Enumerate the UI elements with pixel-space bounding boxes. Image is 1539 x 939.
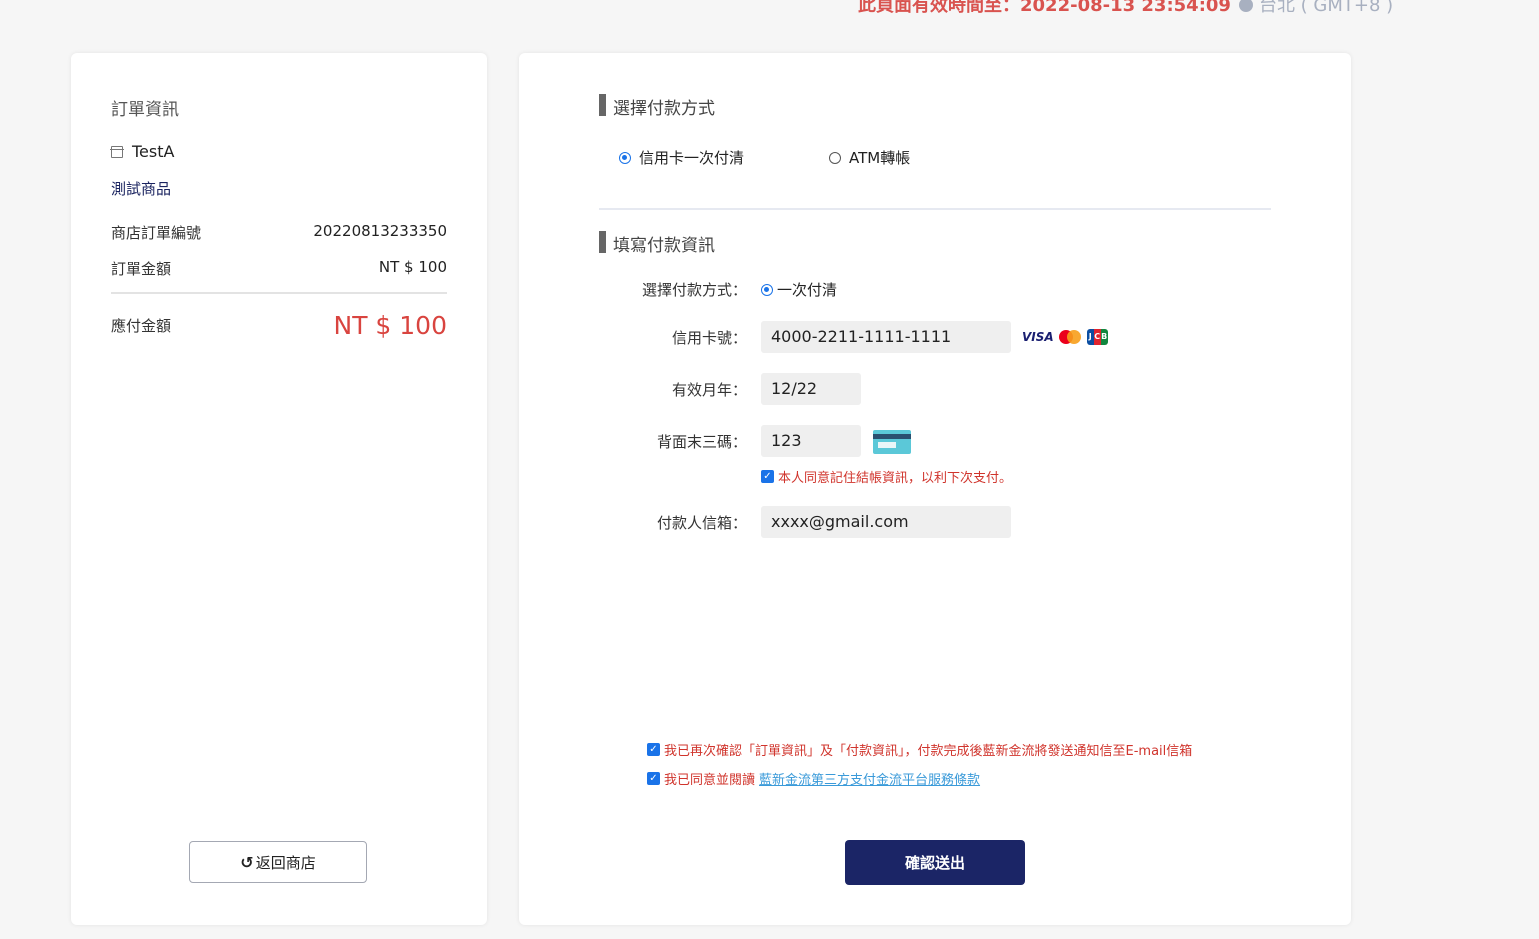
option-credit-card-label: 信用卡一次付清: [639, 149, 745, 167]
option-atm-label: ATM轉帳: [849, 149, 911, 167]
terms-checkbox-row[interactable]: ✓ 我已同意並閱讀 藍新金流第三方支付金流平台服務條款: [647, 769, 980, 788]
order-amount-row: 訂單金額 NT $ 100: [111, 258, 447, 279]
order-number-label: 商店訂單編號: [111, 224, 202, 242]
payable-row: 應付金額 NT $ 100: [111, 311, 447, 340]
expiry-input[interactable]: 12/22: [761, 373, 861, 405]
card-brands: VISA JCB: [1022, 329, 1108, 345]
timezone-text: 台北 ( GMT+8 ): [1258, 0, 1394, 16]
section-payment-info-title: 填寫付款資訊: [599, 231, 715, 256]
agree-text: 我已同意並閱讀: [664, 773, 756, 788]
submit-button[interactable]: 確認送出: [845, 840, 1025, 885]
confirm-checkbox-row[interactable]: ✓ 我已再次確認「訂單資訊」及「付款資訊」，付款完成後藍新金流將發送通知信至E-…: [647, 740, 1192, 759]
jcb-icon: JCB: [1086, 329, 1108, 345]
visa-icon: VISA: [1022, 330, 1054, 344]
card-back-icon: [873, 430, 911, 454]
order-info-card: 訂單資訊 TestA 測試商品 商店訂單編號 20220813233350 訂單…: [71, 53, 487, 925]
divider: [111, 292, 447, 294]
expiry-label: 有效月年：: [671, 381, 747, 399]
radio-selected-icon: [619, 151, 631, 164]
store-icon: [110, 145, 124, 158]
section-payment-method-title: 選擇付款方式: [599, 94, 715, 119]
mastercard-icon: [1058, 330, 1081, 344]
confirm-text: 我已再次確認「訂單資訊」及「付款資訊」，付款完成後藍新金流將發送通知信至E-ma…: [664, 744, 1193, 759]
email-label: 付款人信箱：: [656, 514, 747, 532]
undo-icon: ↺: [240, 852, 254, 872]
checkbox-checked-icon[interactable]: ✓: [647, 772, 660, 785]
email-input[interactable]: xxxx@gmail.com: [761, 506, 1011, 538]
pay-once-label: 一次付清: [777, 281, 838, 299]
section-divider: [599, 208, 1271, 210]
remember-checkbox-row[interactable]: ✓ 本人同意記住結帳資訊，以利下次支付。: [761, 467, 1012, 486]
remember-text: 本人同意記住結帳資訊，以利下次支付。: [778, 471, 1013, 486]
option-credit-card[interactable]: 信用卡一次付清: [619, 147, 744, 168]
payment-card: 選擇付款方式 信用卡一次付清 ATM轉帳 填寫付款資訊 選擇付款方式： 一次付清…: [519, 53, 1351, 925]
back-to-store-label: 返回商店: [255, 853, 316, 872]
product-name: 測試商品: [111, 180, 172, 198]
shop-name: TestA: [132, 142, 175, 161]
order-number-row: 商店訂單編號 20220813233350: [111, 222, 447, 243]
cvv-label: 背面末三碼：: [656, 433, 747, 451]
shop-name-row: TestA: [110, 142, 175, 161]
deadline-banner: 此頁面有效時間至：2022-08-13 23:54:09 台北 ( GMT+8 ): [858, 0, 1393, 17]
radio-selected-icon: [761, 283, 773, 296]
radio-unselected-icon: [829, 151, 841, 164]
option-atm[interactable]: ATM轉帳: [829, 147, 910, 168]
checkbox-checked-icon[interactable]: ✓: [761, 470, 774, 483]
card-number-input[interactable]: 4000-2211-1111-1111: [761, 321, 1011, 353]
order-amount-value: NT $ 100: [378, 258, 447, 276]
terms-link[interactable]: 藍新金流第三方支付金流平台服務條款: [759, 769, 980, 788]
deadline-text: 此頁面有效時間至：2022-08-13 23:54:09: [858, 0, 1231, 16]
order-info-title: 訂單資訊: [111, 100, 179, 120]
payable-label: 應付金額: [111, 317, 172, 335]
cvv-input[interactable]: 123: [761, 425, 861, 457]
checkbox-checked-icon[interactable]: ✓: [647, 743, 660, 756]
pay-once-radio[interactable]: 一次付清: [761, 279, 837, 300]
payable-amount: NT $ 100: [333, 311, 448, 340]
order-amount-label: 訂單金額: [111, 260, 172, 278]
card-number-label: 信用卡號：: [671, 329, 747, 347]
back-to-store-button[interactable]: ↺ 返回商店: [189, 841, 367, 883]
clock-icon: [1238, 0, 1253, 12]
method-label: 選擇付款方式：: [641, 281, 747, 299]
order-number-value: 20220813233350: [313, 222, 447, 240]
